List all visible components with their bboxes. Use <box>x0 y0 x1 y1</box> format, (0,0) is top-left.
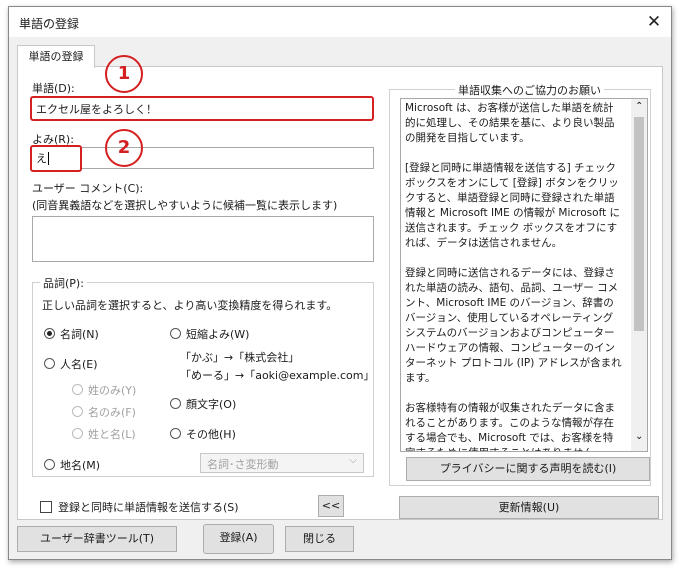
radio-noun[interactable] <box>44 328 55 339</box>
privacy-button[interactable]: プライバシーに関する声明を読む(I) <box>406 457 650 481</box>
radio-surname-only[interactable] <box>72 384 83 395</box>
radio-short-reading[interactable] <box>170 328 181 339</box>
radio-noun-label: 名詞(N) <box>60 328 99 341</box>
tab-panel: 単語(D): エクセル屋をよろしく！ 1 よみ(R): え 2 ユーザー コメン… <box>17 55 663 520</box>
short-example-2: 「めーる」→「aoki@example.com」 <box>180 369 375 382</box>
word-input[interactable]: エクセル屋をよろしく！ <box>30 96 374 121</box>
info-paragraph: 登録と同時に送信されるデータには、登録された単語の読み、語句、品詞、ユーザー コ… <box>405 267 622 384</box>
radio-surname-only-label: 姓のみ(Y) <box>88 384 137 397</box>
tab-register-word[interactable]: 単語の登録 <box>17 45 95 68</box>
radio-place-label: 地名(M) <box>60 459 101 472</box>
radio-given-only-label: 名のみ(F) <box>88 406 136 419</box>
pos-description: 正しい品詞を選択すると、より高い変換精度を得られます。 <box>42 299 338 312</box>
chevron-down-icon: ⌵ <box>349 455 357 466</box>
info-text: Microsoft は、お客様が送信した単語を統計的に処理し、その結果を基に、よ… <box>405 101 623 451</box>
word-label: 単語(D): <box>32 82 75 95</box>
info-paragraph: Microsoft は、お客様が送信した単語を統計的に処理し、その結果を基に、よ… <box>405 102 615 144</box>
title-bar[interactable]: 単語の登録 ✕ <box>9 7 671 37</box>
radio-other-label: その他(H) <box>186 428 236 441</box>
close-icon[interactable]: ✕ <box>643 11 665 33</box>
window-title: 単語の登録 <box>19 17 80 31</box>
yomi-input-value: え <box>36 152 47 165</box>
radio-full-name[interactable] <box>72 428 83 439</box>
radio-other[interactable] <box>170 428 181 439</box>
other-pos-select-value: 名詞･さ変形動 <box>207 458 279 471</box>
radio-emoticon[interactable] <box>170 398 181 409</box>
info-scrollbar[interactable]: ⌃ ⌄ <box>631 99 647 451</box>
radio-short-reading-label: 短縮よみ(W) <box>186 328 250 341</box>
update-info-button[interactable]: 更新情報(U) <box>399 496 659 519</box>
scrollbar-thumb[interactable] <box>634 117 644 331</box>
comment-label: ユーザー コメント(C): <box>32 182 144 195</box>
info-legend: 単語収集へのご協力のお願い <box>455 82 604 98</box>
radio-full-name-label: 姓と名(L) <box>88 428 136 441</box>
pos-legend: 品詞(P): <box>40 275 87 291</box>
comment-input[interactable] <box>32 216 374 262</box>
comment-hint: (同音異義語などを選択しやすいように候補一覧に表示します) <box>32 199 338 212</box>
other-pos-select[interactable]: 名詞･さ変形動 ⌵ <box>200 453 364 473</box>
info-paragraph: [登録と同時に単語情報を送信する] チェック ボックスをオンにして [登録] ボ… <box>405 162 621 249</box>
callout-2: 2 <box>105 129 143 167</box>
register-word-dialog: 単語の登録 ✕ 単語の登録 単語(D): エクセル屋をよろしく！ 1 よみ(R)… <box>8 6 672 560</box>
scroll-down-icon[interactable]: ⌄ <box>635 431 643 442</box>
radio-person[interactable] <box>44 358 55 369</box>
radio-emoticon-label: 顔文字(O) <box>186 398 237 411</box>
radio-place[interactable] <box>44 459 55 470</box>
info-paragraph: お客様特有の情報が収集されたデータに含まれることがあります。このような情報が存在… <box>405 402 615 451</box>
yomi-input[interactable]: え <box>30 145 82 172</box>
callout-1: 1 <box>105 55 143 93</box>
close-button[interactable]: 閉じる <box>285 526 354 552</box>
radio-person-label: 人名(E) <box>60 358 98 371</box>
word-input-value: エクセル屋をよろしく！ <box>36 103 157 116</box>
info-text-box[interactable]: Microsoft は、お客様が送信した単語を統計的に処理し、その結果を基に、よ… <box>400 98 648 452</box>
collapse-button[interactable]: << <box>318 495 344 517</box>
send-checkbox[interactable] <box>40 501 52 513</box>
scroll-up-icon[interactable]: ⌃ <box>635 101 643 112</box>
short-example-1: 「かぶ」→「株式会社」 <box>180 351 300 364</box>
send-checkbox-label: 登録と同時に単語情報を送信する(S) <box>58 501 239 514</box>
register-button[interactable]: 登録(A) <box>203 524 274 554</box>
user-dictionary-tool-button[interactable]: ユーザー辞書ツール(T) <box>17 526 177 552</box>
radio-given-only[interactable] <box>72 406 83 417</box>
